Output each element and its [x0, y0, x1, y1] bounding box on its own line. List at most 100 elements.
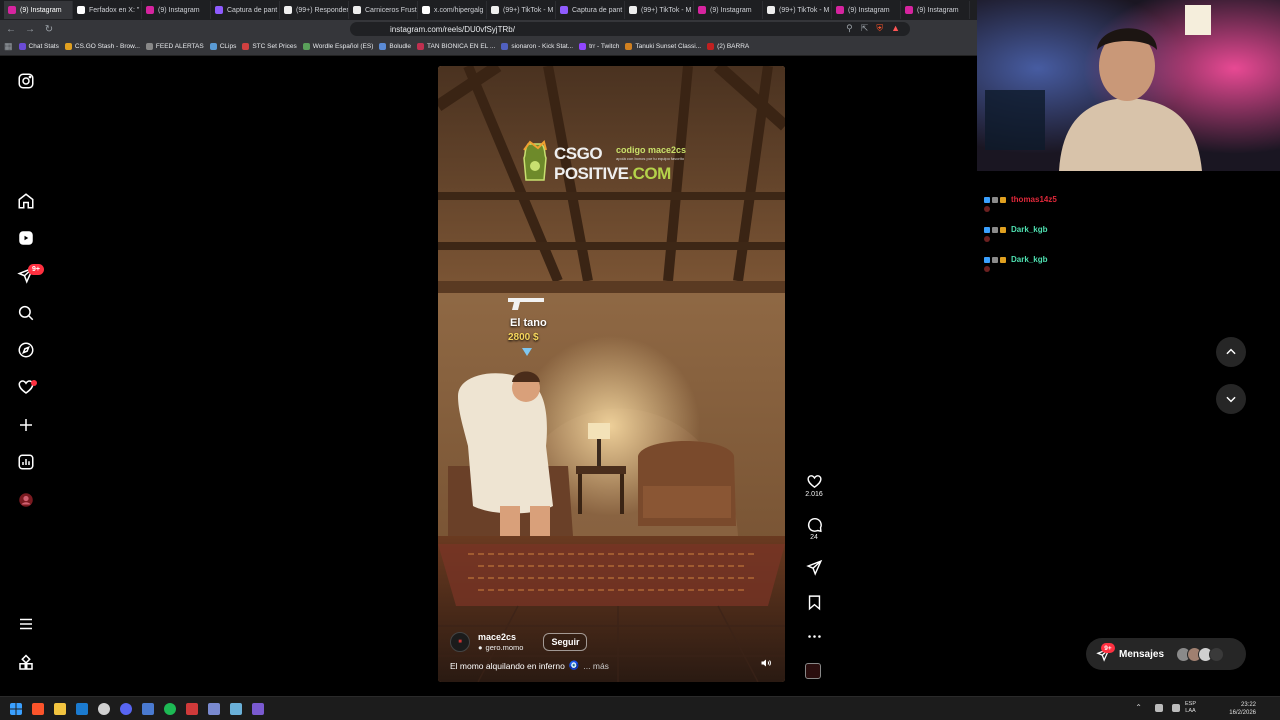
tab-label: (9) Instagram: [158, 6, 200, 14]
discord-icon[interactable]: [120, 703, 132, 715]
chevron-down-icon: [1226, 396, 1236, 403]
bookmark-item[interactable]: Wordle Español (ES): [302, 43, 373, 50]
bookmark-icon: [417, 43, 425, 50]
tab-favicon-icon: [215, 6, 223, 14]
explore-icon[interactable]: [16, 340, 36, 360]
bookmark-item[interactable]: trr - Twitch: [579, 43, 619, 50]
forward-button[interactable]: →: [22, 21, 38, 37]
zoom-icon[interactable]: ⚲: [846, 23, 853, 34]
tray-overflow-icon[interactable]: ⌃: [1135, 703, 1142, 712]
chat-badge-icon: [992, 256, 998, 263]
reel-caption[interactable]: El momo alquilando en inferno 🧿 ... más: [450, 660, 609, 671]
back-button[interactable]: ←: [3, 21, 19, 37]
bookmark-icon: [707, 43, 715, 50]
reel-video[interactable]: CSGO POSITIVE.COM codigo mace2cs apoiá c…: [438, 66, 785, 682]
bookmark-icon[interactable]: [806, 594, 823, 611]
collaborator[interactable]: ● gero.momo: [478, 643, 523, 652]
browser-tab[interactable]: (9) Instagram: [142, 1, 211, 19]
search-icon[interactable]: [16, 303, 36, 323]
bookmark-label: Tanuki Sunset Classi...: [635, 43, 702, 50]
bookmark-label: FEED ALERTAS: [155, 43, 204, 50]
browser-tab[interactable]: x.com/hipergalg: [418, 1, 487, 19]
address-bar[interactable]: instagram.com/reels/DU0vfSyjTRb/: [350, 22, 910, 36]
author-username[interactable]: mace2cs: [478, 632, 523, 642]
system-tray: [1155, 704, 1180, 712]
chat-badge-icon: [984, 196, 990, 203]
heart-icon[interactable]: [806, 473, 823, 490]
next-reel-button[interactable]: [1216, 384, 1246, 414]
browser-tab[interactable]: (99+) TikTok - M: [763, 1, 832, 19]
brave-browser-icon[interactable]: [32, 703, 44, 715]
bookmark-label: TAN BIONICA EN EL ...: [427, 43, 496, 50]
windows-start-icon[interactable]: [10, 703, 22, 715]
author-avatar[interactable]: ■: [450, 632, 470, 652]
bookmark-item[interactable]: TAN BIONICA EN EL ...: [417, 43, 495, 50]
follow-button[interactable]: Seguir: [543, 633, 588, 651]
share-send-icon[interactable]: [805, 559, 823, 576]
app-icon[interactable]: [186, 703, 198, 715]
browser-tab[interactable]: (9) Instagram: [901, 1, 970, 19]
app-icon[interactable]: [252, 703, 264, 715]
more-menu-icon[interactable]: [16, 614, 36, 634]
bookmark-item[interactable]: Boludle: [379, 43, 411, 50]
tab-favicon-icon: [560, 6, 568, 14]
bookmark-item[interactable]: CLips: [209, 43, 236, 50]
app-icon[interactable]: [230, 703, 242, 715]
apps-icon[interactable]: ▦: [4, 41, 13, 52]
volume-icon[interactable]: [760, 657, 772, 669]
taskbar-clock[interactable]: 23:22 16/2/2026: [1229, 701, 1256, 717]
language-indicator[interactable]: ESP LAA: [1185, 701, 1196, 715]
bookmark-item[interactable]: Chat Stats: [18, 43, 59, 50]
browser-tab[interactable]: (99+) TikTok - M: [487, 1, 556, 19]
tab-label: (99+) TikTok - M: [779, 6, 830, 14]
instagram-logo-icon[interactable]: [16, 71, 36, 91]
chat-emote-icon: [984, 266, 990, 272]
browser-tab[interactable]: Captura de pant: [211, 1, 280, 19]
more-options-icon[interactable]: [806, 628, 823, 645]
bookmark-item[interactable]: sionaron - Kick Stat...: [501, 43, 573, 50]
bookmark-item[interactable]: FEED ALERTAS: [145, 43, 204, 50]
audio-track-thumbnail[interactable]: [805, 663, 821, 679]
browser-tab[interactable]: Carniceros Frust: [349, 1, 418, 19]
sponsor-logo-icon: [523, 140, 547, 181]
tab-label: (99+) TikTok - M: [641, 6, 692, 14]
browser-tab[interactable]: Ferfadox en X: ": [73, 1, 142, 19]
messages-button[interactable]: 9+ Mensajes: [1086, 638, 1246, 670]
meta-apps-icon[interactable]: [16, 653, 36, 673]
home-icon[interactable]: [16, 191, 36, 211]
bookmark-item[interactable]: (2) BARRA: [707, 43, 749, 50]
caption-more-link[interactable]: ... más: [583, 661, 609, 671]
bookmark-item[interactable]: Tanuki Sunset Classi...: [625, 43, 701, 50]
bookmark-item[interactable]: CS.GO Stash - Brow...: [64, 43, 140, 50]
previous-reel-button[interactable]: [1216, 337, 1246, 367]
app-icon[interactable]: [208, 703, 220, 715]
bookmark-label: Chat Stats: [28, 43, 59, 50]
browser-tab[interactable]: (99+) Responder: [280, 1, 349, 19]
app-icon[interactable]: [142, 703, 154, 715]
spotify-icon[interactable]: [164, 703, 176, 715]
rewards-icon[interactable]: ▲: [891, 23, 900, 34]
brave-shield-icon[interactable]: ⛨: [876, 23, 883, 34]
browser-tab[interactable]: (9) Instagram: [832, 1, 901, 19]
profile-avatar[interactable]: [16, 490, 36, 510]
comment-icon[interactable]: [806, 516, 823, 533]
browser-tab[interactable]: (99+) TikTok - M: [625, 1, 694, 19]
browser-tab[interactable]: Captura de pant: [556, 1, 625, 19]
browser-tab[interactable]: (9) Instagram: [4, 1, 73, 19]
obs-icon[interactable]: [98, 703, 110, 715]
browser-tab[interactable]: (9) Instagram: [694, 1, 763, 19]
messages-badge: 9+: [1101, 643, 1115, 653]
reload-button[interactable]: ↻: [41, 21, 57, 37]
reels-icon[interactable]: [16, 228, 36, 248]
tray-icon[interactable]: [1155, 704, 1163, 712]
chat-badge-icon: [984, 226, 990, 233]
tray-icon[interactable]: [1172, 704, 1180, 712]
file-explorer-icon[interactable]: [54, 703, 66, 715]
bookmark-item[interactable]: STC Set Prices: [242, 43, 297, 50]
dashboard-icon[interactable]: [16, 452, 36, 472]
tab-label: Ferfadox en X: ": [89, 6, 140, 14]
share-icon[interactable]: ⇱: [861, 23, 869, 34]
create-icon[interactable]: [16, 415, 36, 435]
steam-icon[interactable]: [76, 703, 88, 715]
bookmark-icon: [302, 43, 310, 50]
